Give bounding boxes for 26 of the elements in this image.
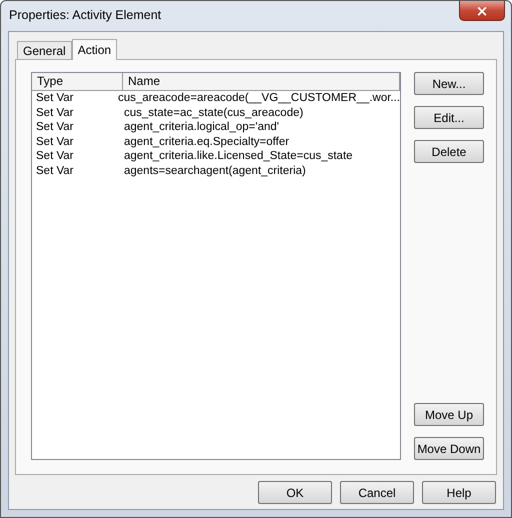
tab[interactable]: General [17, 41, 72, 59]
action-button[interactable]: New... [414, 72, 484, 95]
table-cell-text: Set Var [36, 92, 74, 104]
table-cell: cus_state=ac_state(cus_areacode) [124, 106, 304, 119]
dialog-button[interactable]: Help [422, 481, 496, 504]
table-cell-text: Set Var [36, 121, 74, 134]
column-header[interactable]: Type [32, 73, 123, 90]
move-button[interactable]: Move Down [414, 437, 484, 460]
action-button[interactable]: Edit... [414, 106, 484, 129]
table-cell: cus_areacode=areacode(__VG__CUSTOMER__.wor... [118, 92, 400, 104]
dialog-button[interactable]: Cancel [340, 481, 414, 504]
move-button[interactable]: Move Up [414, 403, 484, 426]
table-cell-text: Set Var [36, 136, 74, 148]
dialog-button[interactable]: OK [258, 481, 332, 504]
close-button[interactable]: × [459, 1, 505, 21]
table-cell-text: Set Var [36, 164, 74, 177]
table-cell: agent_criteria.logical_op='and' [124, 121, 279, 134]
tab[interactable]: Action [72, 39, 118, 60]
window-title: Properties: Activity Element [9, 8, 162, 22]
column-header[interactable]: Name [123, 73, 400, 90]
table-cell: agent_criteria.like.Licensed_State=cus_state [124, 150, 353, 162]
action-button[interactable]: Delete [414, 140, 484, 163]
table-cell-text: Set Var [36, 106, 74, 119]
table-cell-text: Set Var [36, 150, 74, 162]
table-cell: agent_criteria.eq.Specialty=offer [124, 136, 290, 148]
table-cell: agents=searchagent(agent_criteria) [124, 164, 306, 177]
